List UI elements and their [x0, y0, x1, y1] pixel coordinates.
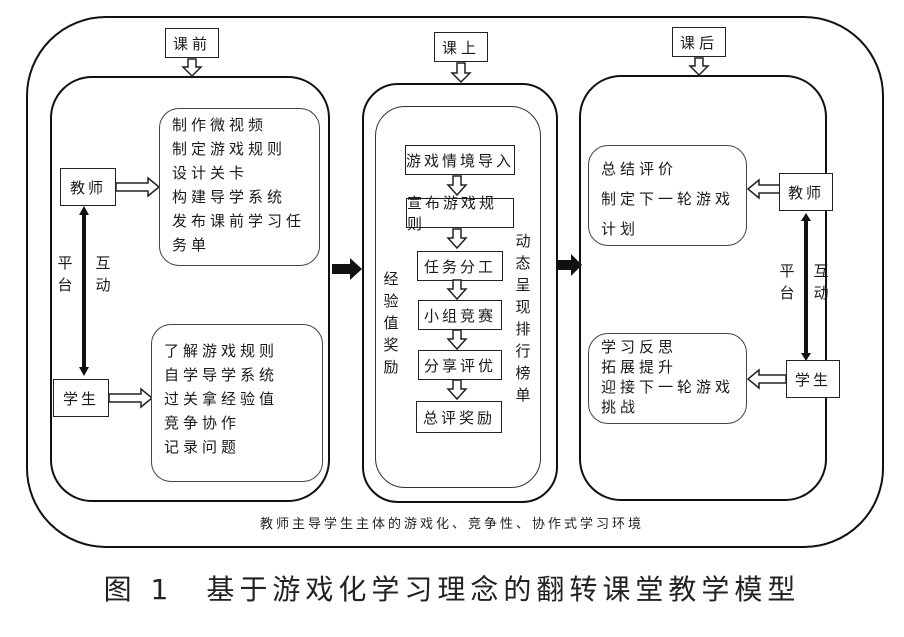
task-item: 制定游戏规则 — [172, 140, 287, 158]
stage-label-in-class: 课上 — [434, 32, 488, 62]
task-item: 过关拿经验值 — [164, 390, 279, 408]
stage-label-pre-class: 课前 — [165, 28, 219, 58]
flow-step: 任务分工 — [417, 251, 503, 281]
post-teacher-tasks: 总结评价 制定下一轮游戏 计划 — [588, 145, 747, 246]
task-item: 制作微视频 — [172, 116, 268, 134]
figure-caption: 图 1 基于游戏化学习理念的翻转课堂教学模型 — [103, 573, 801, 606]
flow-step: 小组竞赛 — [418, 300, 502, 330]
task-item: 学习反思 — [601, 338, 678, 356]
pre-teacher-box: 教师 — [60, 168, 116, 206]
post-student-box: 学生 — [786, 360, 840, 398]
right-arrow-icon — [108, 387, 154, 409]
pre-student-tasks: 了解游戏规则 自学导学系统 过关拿经验值 竞争协作 记录问题 — [151, 324, 323, 482]
down-arrow-icon — [446, 329, 468, 351]
flow-step: 总评奖励 — [416, 401, 502, 433]
down-arrow-icon — [181, 58, 203, 78]
environment-label: 教师主导学生主体的游戏化、竞争性、协作式学习环境 — [259, 517, 644, 532]
left-arrow-icon — [746, 368, 787, 390]
post-student-tasks: 学习反思 拓展提升 迎接下一轮游戏 挑战 — [588, 333, 747, 424]
stage-label-post-class: 课后 — [672, 27, 726, 57]
task-item: 了解游戏规则 — [164, 342, 279, 360]
down-arrow-icon — [450, 62, 472, 84]
bidirectional-arrow-icon — [79, 206, 89, 376]
task-item: 竞争协作 — [164, 414, 241, 432]
task-item: 记录问题 — [164, 438, 241, 456]
flow-step: 分享评优 — [418, 350, 502, 380]
stage-transition-arrow-icon — [556, 254, 582, 276]
interaction-label-platform: 平台 — [57, 254, 73, 294]
flow-step: 游戏情境导入 — [405, 145, 515, 175]
left-arrow-icon — [746, 178, 781, 200]
bidirectional-arrow-icon — [801, 213, 811, 361]
interaction-label-interact: 互动 — [95, 254, 111, 294]
task-item: 拓展提升 — [601, 358, 678, 376]
down-arrow-icon — [446, 228, 468, 250]
task-item: 挑战 — [601, 398, 640, 416]
down-arrow-icon — [446, 279, 468, 301]
task-item: 自学导学系统 — [164, 366, 279, 384]
pre-student-box: 学生 — [53, 379, 109, 417]
task-item: 总结评价 — [601, 160, 678, 178]
task-item: 构建导学系统 — [172, 188, 287, 206]
flow-step: 宣布游戏规则 — [406, 194, 514, 233]
task-item: 设计关卡 — [172, 164, 249, 182]
task-item: 迎接下一轮游戏 — [601, 378, 735, 396]
stage-transition-arrow-icon — [332, 258, 362, 280]
interaction-label-interact: 互动 — [813, 262, 829, 302]
pre-teacher-tasks: 制作微视频 制定游戏规则 设计关卡 构建导学系统 发布课前学习任 务单 — [159, 108, 320, 266]
right-arrow-icon — [115, 176, 161, 198]
task-item: 务单 — [172, 236, 211, 254]
interaction-label-platform: 平台 — [779, 262, 795, 302]
task-item: 制定下一轮游戏 — [601, 190, 735, 208]
task-item: 计划 — [601, 220, 640, 238]
down-arrow-icon — [688, 57, 710, 77]
task-item: 发布课前学习任 — [172, 212, 306, 230]
down-arrow-icon — [446, 379, 468, 401]
post-teacher-box: 教师 — [779, 173, 833, 211]
leaderboard-label: 动态呈现排行榜单 — [515, 232, 531, 404]
experience-reward-label: 经验值奖励 — [383, 270, 399, 376]
